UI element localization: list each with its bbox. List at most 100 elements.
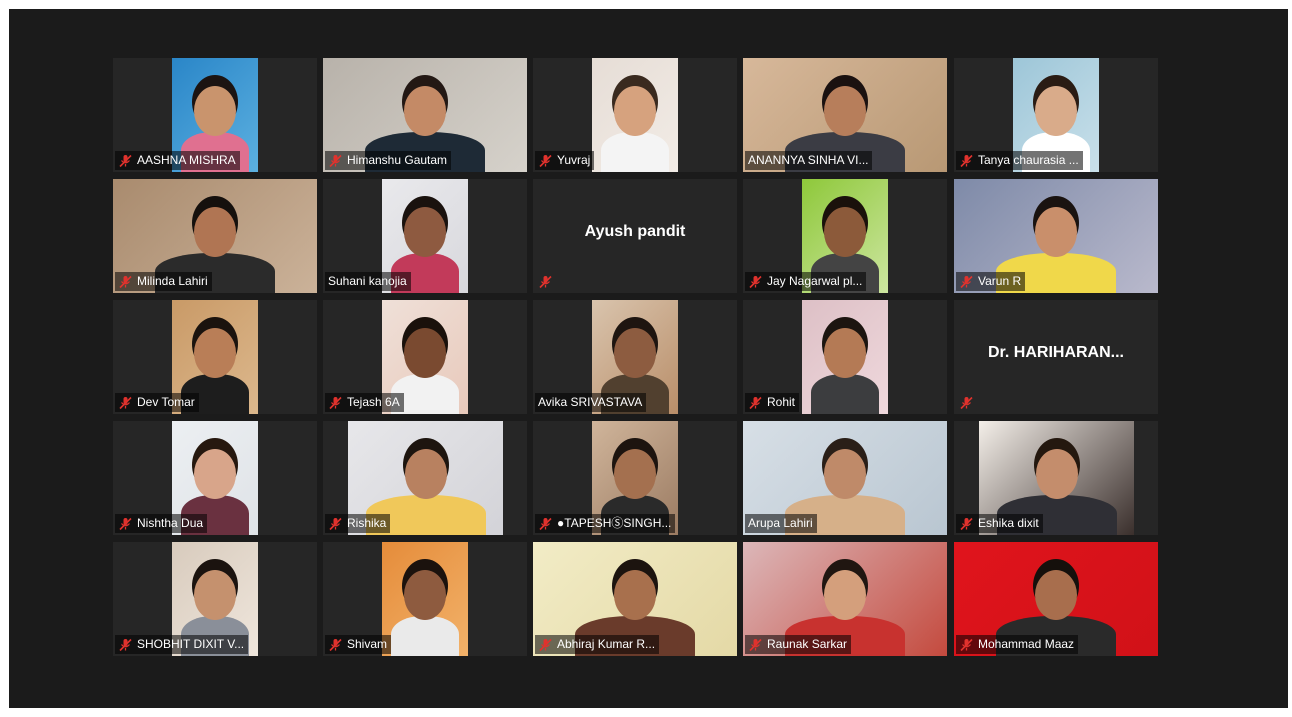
- participant-name-label: Tanya chaurasia ...: [956, 151, 1083, 170]
- participant-name-label: Avika SRIVASTAVA: [535, 393, 647, 412]
- participant-tile-anannya-sinha-vi[interactable]: ANANNYA SINHA VI...: [743, 58, 947, 172]
- participant-face: [1035, 207, 1077, 257]
- muted-microphone-icon: [118, 396, 134, 410]
- participant-tile-aashna-mishra[interactable]: AASHNA MISHRA: [113, 58, 317, 172]
- participant-name: ANANNYA SINHA VI...: [748, 153, 869, 167]
- participant-name: Himanshu Gautam: [347, 153, 448, 167]
- participant-face: [614, 449, 656, 499]
- participant-name-label: Arupa Lahiri: [745, 514, 817, 533]
- participant-tile-tapesh-singh[interactable]: ●TAPESHⓈSINGH...: [533, 421, 737, 535]
- participant-name-label: Rohit: [745, 393, 800, 412]
- participant-tile-arupa-lahiri[interactable]: Arupa Lahiri: [743, 421, 947, 535]
- participant-tile-dev-tomar[interactable]: Dev Tomar: [113, 300, 317, 414]
- participant-name: Milinda Lahiri: [137, 274, 208, 288]
- participant-face: [614, 86, 656, 136]
- muted-microphone-icon: [328, 396, 344, 410]
- participant-name: Jay Nagarwal pl...: [767, 274, 863, 288]
- participant-video: [592, 58, 678, 172]
- participant-tile-yuvraj[interactable]: Yuvraj: [533, 58, 737, 172]
- participant-name: Rishika: [347, 516, 387, 530]
- muted-microphone-icon: [748, 638, 764, 652]
- muted-microphone-icon: [538, 154, 554, 168]
- muted-microphone-icon: [959, 154, 975, 168]
- participant-name: Arupa Lahiri: [748, 516, 813, 530]
- muted-microphone-icon: [959, 517, 975, 531]
- participant-face: [194, 328, 236, 378]
- participant-name: Tanya chaurasia ...: [978, 153, 1079, 167]
- participant-name: Dev Tomar: [137, 395, 195, 409]
- participant-name-label: ANANNYA SINHA VI...: [745, 151, 873, 170]
- participant-face: [614, 328, 656, 378]
- participant-face: [824, 207, 866, 257]
- participant-body: [601, 132, 669, 172]
- muted-microphone-icon: [118, 275, 134, 289]
- participant-face: [824, 449, 866, 499]
- participant-name-label: Yuvraj: [535, 151, 595, 170]
- participant-name-label: Shivam: [325, 635, 392, 654]
- participant-name: ●TAPESHⓈSINGH...: [557, 516, 672, 530]
- participant-tile-ayush-pandit[interactable]: Ayush pandit: [533, 179, 737, 293]
- participant-name-label: Himanshu Gautam: [325, 151, 452, 170]
- participant-name-label: Tejash 6A: [325, 393, 404, 412]
- participant-body: [391, 616, 459, 656]
- participant-tile-shobhit-dixit-v[interactable]: SHOBHIT DIXIT V...: [113, 542, 317, 656]
- participant-video: [382, 542, 468, 656]
- participant-tile-rohit[interactable]: Rohit: [743, 300, 947, 414]
- participant-name: Tejash 6A: [347, 395, 400, 409]
- participant-name-placeholder: Ayush pandit: [584, 223, 686, 240]
- participant-face: [194, 86, 236, 136]
- muted-microphone-icon: [748, 396, 764, 410]
- participant-name-label: [956, 393, 982, 412]
- participant-face: [1035, 449, 1078, 499]
- participant-tile-tanya-chaurasia[interactable]: Tanya chaurasia ...: [954, 58, 1158, 172]
- participant-name-label: Dev Tomar: [115, 393, 199, 412]
- participant-tile-abhiraj-kumar-r[interactable]: Abhiraj Kumar R...: [533, 542, 737, 656]
- participant-name: Mohammad Maaz: [978, 637, 1075, 651]
- muted-microphone-icon: [959, 275, 975, 289]
- participant-tile-varun-r[interactable]: Varun R: [954, 179, 1158, 293]
- participant-name: Nishtha Dua: [137, 516, 204, 530]
- participant-face: [1035, 570, 1077, 620]
- participant-tile-tejash-6a[interactable]: Tejash 6A: [323, 300, 527, 414]
- participant-face: [404, 86, 446, 136]
- participant-name-label: Rishika: [325, 514, 391, 533]
- participant-tile-dr-hariharan[interactable]: Dr. HARIHARAN...: [954, 300, 1158, 414]
- participant-tile-nishtha-dua[interactable]: Nishtha Dua: [113, 421, 317, 535]
- muted-microphone-icon: [328, 154, 344, 168]
- meeting-gallery-view: AASHNA MISHRA Himanshu Gautam Yuvraj ANANNY…: [9, 9, 1288, 708]
- participant-tile-rishika[interactable]: Rishika: [323, 421, 527, 535]
- participant-face: [404, 207, 446, 257]
- participant-tile-raunak-sarkar[interactable]: Raunak Sarkar: [743, 542, 947, 656]
- participant-body: [811, 374, 879, 414]
- muted-microphone-icon: [118, 638, 134, 652]
- participant-tile-suhani-kanojia[interactable]: Suhani kanojia: [323, 179, 527, 293]
- participant-tile-jay-nagarwal-pl[interactable]: Jay Nagarwal pl...: [743, 179, 947, 293]
- participant-name: Eshika dixit: [978, 516, 1039, 530]
- participant-tile-eshika-dixit[interactable]: Eshika dixit: [954, 421, 1158, 535]
- participant-name: SHOBHIT DIXIT V...: [137, 637, 245, 651]
- participant-tile-shivam[interactable]: Shivam: [323, 542, 527, 656]
- muted-microphone-icon: [748, 275, 764, 289]
- participant-face: [824, 328, 866, 378]
- participant-name: Raunak Sarkar: [767, 637, 848, 651]
- participant-tile-milinda-lahiri[interactable]: Milinda Lahiri: [113, 179, 317, 293]
- participant-name-label: AASHNA MISHRA: [115, 151, 240, 170]
- participant-name: Varun R: [978, 274, 1022, 288]
- muted-microphone-icon: [118, 154, 134, 168]
- participant-face: [404, 328, 446, 378]
- participant-face: [1035, 86, 1077, 136]
- muted-microphone-icon: [118, 517, 134, 531]
- participant-face: [614, 570, 656, 620]
- participant-name: Suhani kanojia: [328, 274, 407, 288]
- participant-name: Rohit: [767, 395, 796, 409]
- participant-face: [194, 570, 236, 620]
- participant-face: [404, 570, 446, 620]
- muted-microphone-icon: [538, 275, 554, 289]
- participant-name-label: Jay Nagarwal pl...: [745, 272, 867, 291]
- participant-name-label: Eshika dixit: [956, 514, 1043, 533]
- participant-tile-himanshu-gautam[interactable]: Himanshu Gautam: [323, 58, 527, 172]
- participant-tile-avika-srivastava[interactable]: Avika SRIVASTAVA: [533, 300, 737, 414]
- participant-name-label: SHOBHIT DIXIT V...: [115, 635, 249, 654]
- participant-tile-mohammad-maaz[interactable]: Mohammad Maaz: [954, 542, 1158, 656]
- participant-name: AASHNA MISHRA: [137, 153, 236, 167]
